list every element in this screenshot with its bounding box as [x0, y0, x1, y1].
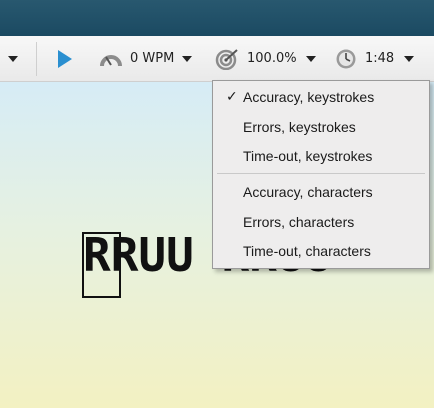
current-character-cursor	[82, 232, 121, 298]
accuracy-dropdown[interactable]: 100.0%	[215, 36, 316, 81]
title-bar	[0, 0, 434, 36]
toolbar: 0 WPM 100.0% 1:48	[0, 36, 434, 82]
menu-item-accuracy-keystrokes[interactable]: Accuracy, keystrokes	[243, 89, 374, 105]
chevron-down-icon	[8, 55, 18, 62]
timer-dropdown[interactable]: 1:48	[335, 36, 415, 81]
left-dropdown-button[interactable]	[8, 36, 18, 81]
toolbar-divider	[36, 42, 37, 76]
speed-dropdown[interactable]: 0 WPM	[99, 36, 193, 81]
menu-item-timeout-characters[interactable]: Time-out, characters	[243, 243, 371, 259]
speed-value: 0 WPM	[130, 51, 175, 66]
checkmark-icon: ✓	[226, 89, 238, 105]
menu-item-errors-keystrokes[interactable]: Errors, keystrokes	[243, 119, 356, 135]
speedometer-icon	[100, 54, 122, 66]
accuracy-mode-menu: ✓ Accuracy, keystrokes Errors, keystroke…	[212, 80, 430, 269]
target-icon	[215, 48, 238, 70]
chevron-down-icon	[182, 55, 193, 62]
timer-value: 1:48	[365, 51, 395, 66]
play-icon	[58, 49, 72, 68]
menu-item-timeout-keystrokes[interactable]: Time-out, keystrokes	[243, 148, 372, 164]
menu-divider	[217, 173, 425, 174]
menu-item-errors-characters[interactable]: Errors, characters	[243, 214, 354, 230]
chevron-down-icon	[305, 55, 316, 62]
clock-icon	[336, 49, 356, 68]
chevron-down-icon	[404, 55, 415, 62]
accuracy-value: 100.0%	[247, 51, 297, 66]
menu-item-accuracy-characters[interactable]: Accuracy, characters	[243, 184, 373, 200]
play-button[interactable]	[57, 36, 73, 81]
